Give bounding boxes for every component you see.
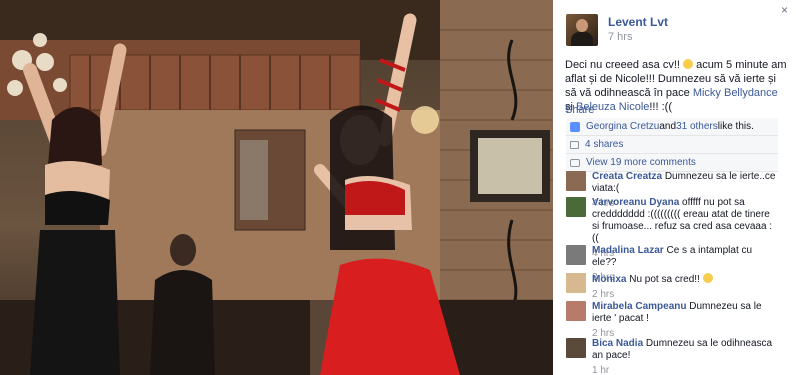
comment-avatar[interactable] — [566, 301, 586, 321]
avatar-body — [571, 32, 593, 46]
author-name[interactable]: Levent Lvt — [608, 15, 668, 30]
post-timestamp[interactable]: 7 hrs — [608, 30, 668, 44]
likes-suffix: like this. — [717, 121, 754, 132]
comment: Monixa Nu pot sa cred!! 2 hrs — [566, 273, 778, 301]
commenter-name[interactable]: Varvoreanu Dyana — [592, 197, 679, 208]
comment-body: Mirabela Campeanu Dumnezeu sa le ierte '… — [592, 301, 776, 340]
view-more-row: View 19 more comments — [566, 154, 778, 172]
comment-body: Monixa Nu pot sa cred!! 2 hrs — [592, 273, 776, 301]
commenter-name[interactable]: Creata Creatza — [592, 171, 662, 182]
likes-row: Georgina Cretzu and 31 others like this. — [566, 118, 778, 136]
post-text-part: !!! :(( — [649, 101, 672, 113]
mention-link[interactable]: Micky Bellydance — [693, 87, 778, 99]
header-text: Levent Lvt 7 hrs — [608, 14, 668, 46]
liker-link[interactable]: Georgina Cretzu — [586, 121, 659, 132]
post-photo[interactable] — [0, 0, 553, 375]
shares-row: 4 shares — [566, 136, 778, 154]
smile-emoticon-icon — [683, 59, 694, 69]
smile-emoticon-icon — [702, 273, 713, 283]
comment-text: Nu pot sa cred!! — [629, 274, 700, 285]
view-more-comments-link[interactable]: View 19 more comments — [586, 157, 696, 168]
comment-body: Bica Nadia Dumnezeu sa le odihneasca an … — [592, 338, 776, 375]
close-icon[interactable]: × — [781, 3, 788, 17]
comment-icon — [570, 158, 580, 167]
comment-avatar[interactable] — [566, 338, 586, 358]
comment: Bica Nadia Dumnezeu sa le odihneasca an … — [566, 338, 778, 375]
shares-link[interactable]: 4 shares — [585, 139, 623, 150]
photo-scene — [0, 0, 553, 375]
avatar[interactable] — [566, 14, 598, 46]
comment-avatar[interactable] — [566, 273, 586, 293]
comment-time[interactable]: 1 hr — [592, 365, 776, 375]
post-side-panel: × Levent Lvt 7 hrs Deci nu creeed asa cv… — [553, 0, 796, 375]
likes-and: and — [659, 121, 677, 132]
commenter-name[interactable]: Monixa — [592, 274, 626, 285]
post-text: Deci nu creeed asa cv!! acum 5 minute am… — [565, 58, 787, 114]
comment-time[interactable]: 2 hrs — [592, 289, 776, 301]
comment: Mirabela Campeanu Dumnezeu sa le ierte '… — [566, 301, 778, 340]
feedback-box: Georgina Cretzu and 31 others like this.… — [566, 118, 778, 172]
post-text-part: Deci nu creeed asa cv!! — [565, 59, 684, 71]
like-icon — [570, 121, 580, 132]
share-icon — [570, 140, 579, 149]
commenter-name[interactable]: Madalina Lazar — [592, 245, 664, 256]
comment-avatar[interactable] — [566, 171, 586, 191]
share-link[interactable]: Share — [565, 104, 594, 116]
comment-avatar[interactable] — [566, 245, 586, 265]
likes-others-link[interactable]: 31 others — [676, 121, 718, 132]
comment-avatar[interactable] — [566, 197, 586, 217]
post-header: Levent Lvt 7 hrs — [566, 14, 668, 46]
commenter-name[interactable]: Bica Nadia — [592, 338, 643, 349]
commenter-name[interactable]: Mirabela Campeanu — [592, 301, 686, 312]
avatar-head — [576, 19, 588, 32]
